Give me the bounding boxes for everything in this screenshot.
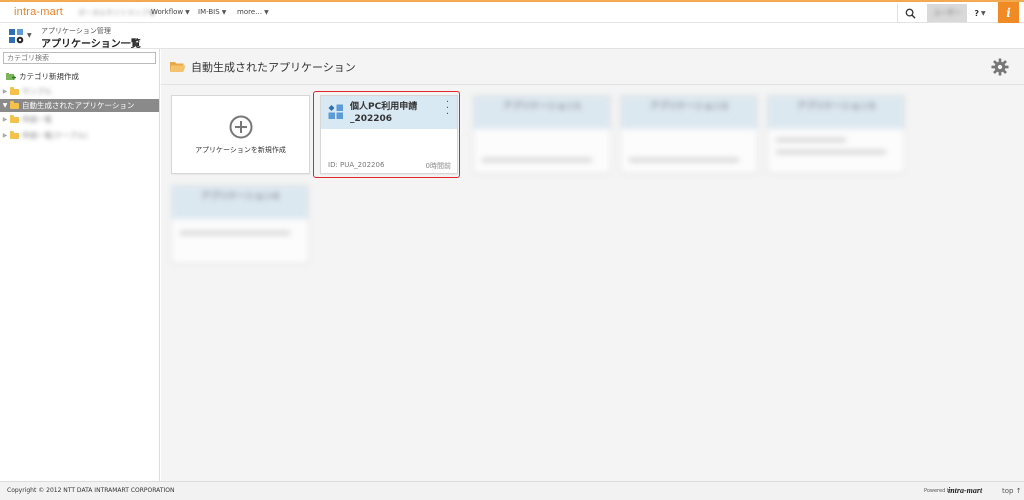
application-card[interactable]: アプリケーション3 [767, 95, 905, 174]
chevron-down-icon: ▼ [185, 9, 190, 16]
expand-icon[interactable]: ▶ [0, 116, 10, 123]
category-title: 自動生成されたアプリケーション [191, 61, 356, 74]
application-icon [328, 104, 343, 119]
user-menu[interactable]: ユーザー [927, 4, 967, 22]
folder-open-icon [170, 62, 186, 72]
folder-icon [10, 114, 19, 123]
tree-item-sample[interactable]: ▶ サンプル [0, 85, 159, 98]
intra-mart-logo[interactable]: intra-mart [14, 6, 63, 18]
application-card[interactable]: アプリケーション2 [620, 95, 758, 174]
intra-mart-footer-logo: intra-mart [948, 486, 983, 495]
top-bar: intra-mart ポータル サイトマップ ▼ Workflow ▼ IM-BIS… [0, 0, 1024, 23]
tree-item-request-list[interactable]: ▶ 申請一覧 [0, 113, 159, 126]
page-title: アプリケーション一覧 [41, 39, 141, 50]
gear-icon[interactable] [991, 58, 1009, 76]
folder-icon [10, 86, 19, 95]
nav-sitemap[interactable]: サイトマップ ▼ [106, 8, 155, 18]
nav-more[interactable]: more… ▼ [237, 8, 269, 16]
application-id: ID: PUA_202206 [328, 161, 385, 169]
collapse-icon[interactable]: ▼ [0, 102, 10, 109]
search-button[interactable] [897, 4, 923, 22]
copyright-text: Copyright © 2012 NTT DATA INTRAMART CORP… [7, 487, 175, 494]
application-card[interactable]: アプリケーション1 [473, 95, 611, 174]
nav-workflow[interactable]: Workflow ▼ [151, 8, 190, 16]
add-circle-icon [229, 115, 252, 138]
nav-im-bis[interactable]: IM-BIS ▼ [198, 8, 226, 16]
footer: Copyright © 2012 NTT DATA INTRAMART CORP… [0, 481, 1024, 500]
search-icon [905, 8, 916, 19]
category-sidebar: カテゴリ新規作成 ▶ サンプル ▼ 自動生成されたアプリケーション ▶ 申請一覧… [0, 49, 160, 481]
tree-item-auto-generated[interactable]: ▼ 自動生成されたアプリケーション [0, 99, 159, 112]
application-card[interactable]: 個人PC利用申請 _202206 · · · ID: PUA_202206 0時間前 [320, 95, 458, 174]
expand-icon[interactable]: ▶ [0, 132, 10, 139]
folder-open-icon [10, 100, 19, 109]
application-card[interactable]: アプリケーション4 [171, 185, 309, 264]
card-header: 個人PC利用申請 _202206 · · · [321, 96, 457, 129]
page-header: ▼ アプリケーション管理 アプリケーション一覧 [0, 23, 1024, 50]
category-header: 自動生成されたアプリケーション [161, 49, 1024, 85]
application-settings-icon[interactable] [8, 28, 24, 44]
folder-icon [10, 130, 19, 139]
im-notice-button[interactable]: i [998, 2, 1019, 23]
create-application-card[interactable]: アプリケーションを新規作成 [171, 95, 310, 174]
help-button[interactable]: ? ▼ [968, 4, 992, 22]
create-application-label: アプリケーションを新規作成 [195, 145, 286, 154]
back-to-top-link[interactable]: top ↑ [1002, 487, 1022, 495]
chevron-down-icon[interactable]: ▼ [27, 32, 32, 39]
main-content: 自動生成されたアプリケーション アプリケーションを新規作成 個人PC利用申請 _… [161, 49, 1024, 481]
more-vertical-icon[interactable]: · · · [446, 98, 449, 120]
nav-portal[interactable]: ポータル [78, 8, 106, 18]
expand-icon[interactable]: ▶ [0, 88, 10, 95]
application-title: 個人PC利用申請 _202206 [350, 102, 418, 124]
chevron-down-icon: ▼ [221, 9, 227, 16]
chevron-down-icon: ▼ [981, 9, 986, 17]
new-category-button[interactable]: カテゴリ新規作成 [6, 71, 79, 82]
category-search-input[interactable] [3, 52, 156, 64]
updated-time: 0時間前 [425, 162, 451, 170]
chevron-down-icon: ▼ [264, 9, 269, 16]
add-folder-icon [6, 73, 16, 80]
tree-item-request-table[interactable]: ▶ 申請一覧(テーブル) [0, 129, 159, 142]
